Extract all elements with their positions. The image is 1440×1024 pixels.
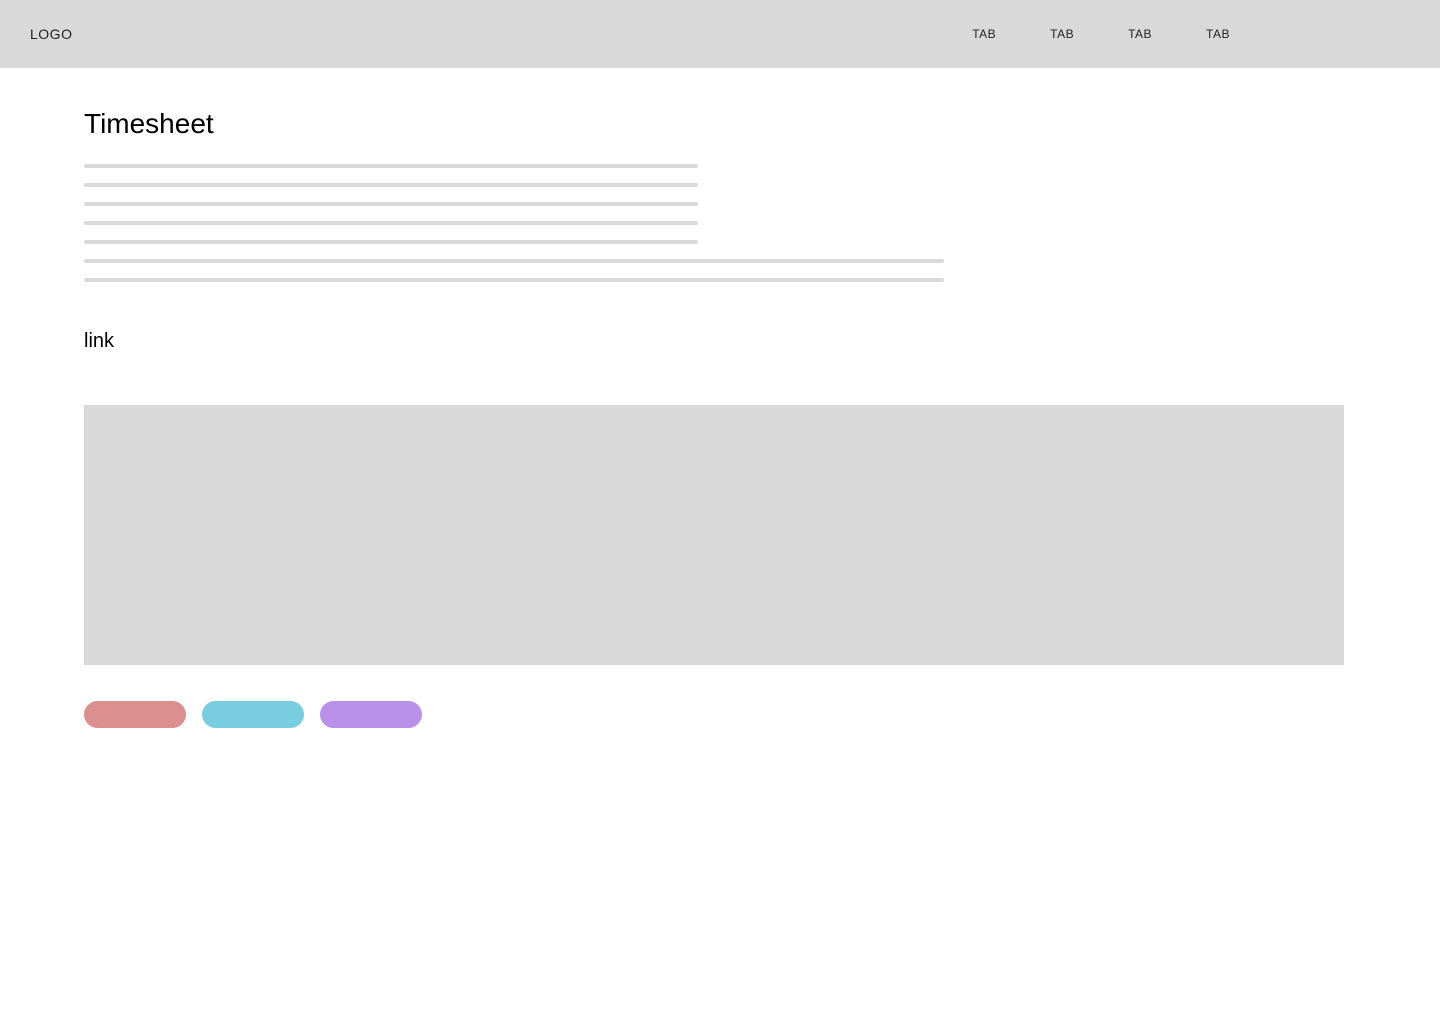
skeleton-line <box>84 202 698 206</box>
nav-tab-3[interactable]: TAB <box>1128 27 1152 41</box>
skeleton-line <box>84 183 698 187</box>
main-content: Timesheet link <box>0 68 1440 728</box>
logo[interactable]: LOGO <box>30 26 72 42</box>
skeleton-text-block <box>84 164 1356 282</box>
nav-tab-4[interactable]: TAB <box>1206 27 1230 41</box>
pill-row <box>84 701 1356 728</box>
skeleton-line <box>84 164 698 168</box>
pill-button-1[interactable] <box>84 701 186 728</box>
header-bar: LOGO TAB TAB TAB TAB <box>0 0 1440 68</box>
page-title: Timesheet <box>84 108 1356 140</box>
skeleton-line <box>84 278 944 282</box>
nav-tabs: TAB TAB TAB TAB <box>972 27 1230 41</box>
skeleton-line <box>84 221 698 225</box>
skeleton-line <box>84 240 698 244</box>
skeleton-line <box>84 259 944 263</box>
content-placeholder <box>84 405 1344 665</box>
link[interactable]: link <box>84 330 114 353</box>
nav-tab-1[interactable]: TAB <box>972 27 996 41</box>
pill-button-3[interactable] <box>320 701 422 728</box>
pill-button-2[interactable] <box>202 701 304 728</box>
nav-tab-2[interactable]: TAB <box>1050 27 1074 41</box>
